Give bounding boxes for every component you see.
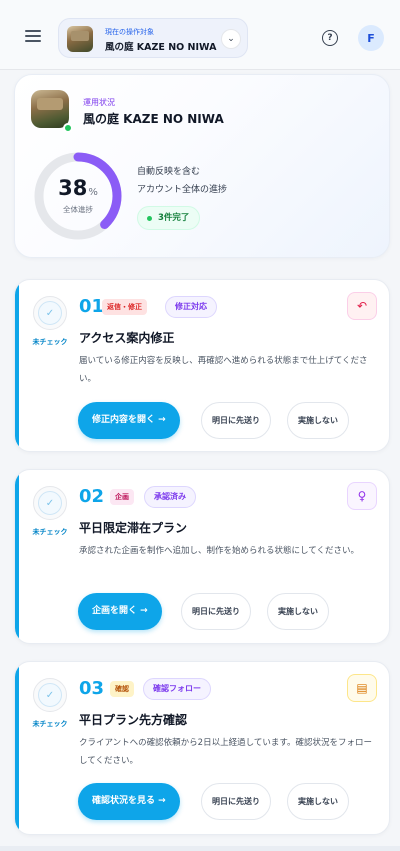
target-name: 風の庭 KAZE NO NIWA bbox=[105, 42, 217, 53]
progress-number: 38 bbox=[58, 176, 88, 200]
task-title: 平日プラン先方確認 bbox=[79, 713, 188, 727]
task-accent-bar bbox=[15, 470, 19, 643]
postpone-button[interactable]: 明日に先送り bbox=[181, 593, 251, 630]
check-icon: ✓ bbox=[38, 491, 62, 515]
skip-button[interactable]: 実施しない bbox=[287, 783, 349, 820]
task-description: 承認された企画を制作へ追加し、制作を始められる状態にしてください。 bbox=[79, 546, 359, 556]
progress-description: 自動反映を含む アカウント全体の進捗 bbox=[137, 163, 227, 199]
status-card: 運用状況 風の庭 KAZE NO NIWA 38% 全体進捗 自動反映を含む ア… bbox=[14, 74, 390, 258]
task-card-01: ✓ 未チェック 01 返信・修正 修正対応 ↶ アクセス案内修正 届いている修正… bbox=[14, 279, 390, 452]
check-icon: ✓ bbox=[38, 301, 62, 325]
task-check-button[interactable]: ✓ bbox=[33, 486, 67, 520]
task-check-label: 未チェック bbox=[32, 720, 68, 728]
menu-icon[interactable] bbox=[25, 30, 41, 42]
skip-button[interactable]: 実施しない bbox=[287, 402, 349, 439]
task-description: 届いている修正内容を反映し、再確認へ進められる状態まで仕上げてください。 bbox=[79, 356, 368, 384]
task-type-tag: 確認 bbox=[110, 681, 134, 697]
task-check-label: 未チェック bbox=[32, 528, 68, 536]
task-status-tag: 承認済み bbox=[144, 486, 196, 508]
target-thumbnail bbox=[67, 26, 93, 52]
task-status-tag: 修正対応 bbox=[165, 296, 217, 318]
view-confirmation-button[interactable]: 確認状況を見る → bbox=[78, 783, 180, 820]
postpone-button[interactable]: 明日に先送り bbox=[201, 783, 271, 820]
clipboard-icon[interactable]: ▤ bbox=[347, 674, 377, 702]
help-icon[interactable]: ? bbox=[322, 30, 338, 46]
task-check-button[interactable]: ✓ bbox=[33, 296, 67, 330]
store-thumbnail bbox=[31, 90, 69, 128]
task-number: 03 bbox=[79, 678, 105, 699]
task-type-tag: 返信・修正 bbox=[102, 299, 147, 315]
target-account-selector[interactable]: 現在の操作対象 風の庭 KAZE NO NIWA ⌄ bbox=[58, 18, 248, 58]
task-number: 02 bbox=[79, 486, 105, 507]
status-label: 運用状況 bbox=[83, 98, 115, 107]
task-title: 平日限定滞在プラン bbox=[79, 521, 188, 535]
skip-button[interactable]: 実施しない bbox=[267, 593, 329, 630]
lightbulb-icon[interactable]: ♀ bbox=[347, 482, 377, 510]
postpone-button[interactable]: 明日に先送り bbox=[201, 402, 271, 439]
chevron-down-icon[interactable]: ⌄ bbox=[221, 29, 241, 49]
target-caption: 現在の操作対象 bbox=[105, 28, 154, 36]
task-accent-bar bbox=[15, 662, 19, 834]
task-accent-bar bbox=[15, 280, 19, 451]
reply-icon[interactable]: ↶ bbox=[347, 292, 377, 320]
task-number: 01 bbox=[79, 296, 105, 317]
task-title: アクセス案内修正 bbox=[79, 331, 175, 345]
store-name: 風の庭 KAZE NO NIWA bbox=[83, 112, 224, 126]
online-indicator bbox=[63, 123, 73, 133]
open-revision-button[interactable]: 修正内容を開く → bbox=[78, 402, 180, 439]
progress-desc-line1: 自動反映を含む bbox=[137, 167, 201, 177]
check-icon: ✓ bbox=[38, 683, 62, 707]
task-type-tag: 企画 bbox=[110, 489, 134, 505]
progress-unit: % bbox=[88, 187, 98, 198]
task-card-02: ✓ 未チェック 02 企画 承認済み ♀ 平日限定滞在プラン 承認された企画を制… bbox=[14, 469, 390, 644]
task-check-button[interactable]: ✓ bbox=[33, 678, 67, 712]
task-card-03: ✓ 未チェック 03 確認 確認フォロー ▤ 平日プラン先方確認 クライアントへ… bbox=[14, 661, 390, 835]
bottom-edge bbox=[0, 846, 400, 851]
task-check-label: 未チェック bbox=[32, 338, 68, 346]
progress-desc-line2: アカウント全体の進捗 bbox=[137, 185, 228, 195]
progress-value: 38% bbox=[31, 176, 125, 200]
task-status-tag: 確認フォロー bbox=[143, 678, 211, 700]
avatar[interactable]: F bbox=[358, 25, 384, 51]
top-bar: 現在の操作対象 風の庭 KAZE NO NIWA ⌄ ? F bbox=[0, 0, 400, 70]
progress-caption: 全体進捗 bbox=[63, 205, 93, 214]
completed-count-badge: 3件完了 bbox=[137, 206, 201, 230]
task-description: クライアントへの確認依頼から2日以上経過しています。確認状況をフォローしてくださ… bbox=[79, 738, 372, 766]
open-plan-button[interactable]: 企画を開く → bbox=[78, 593, 162, 630]
